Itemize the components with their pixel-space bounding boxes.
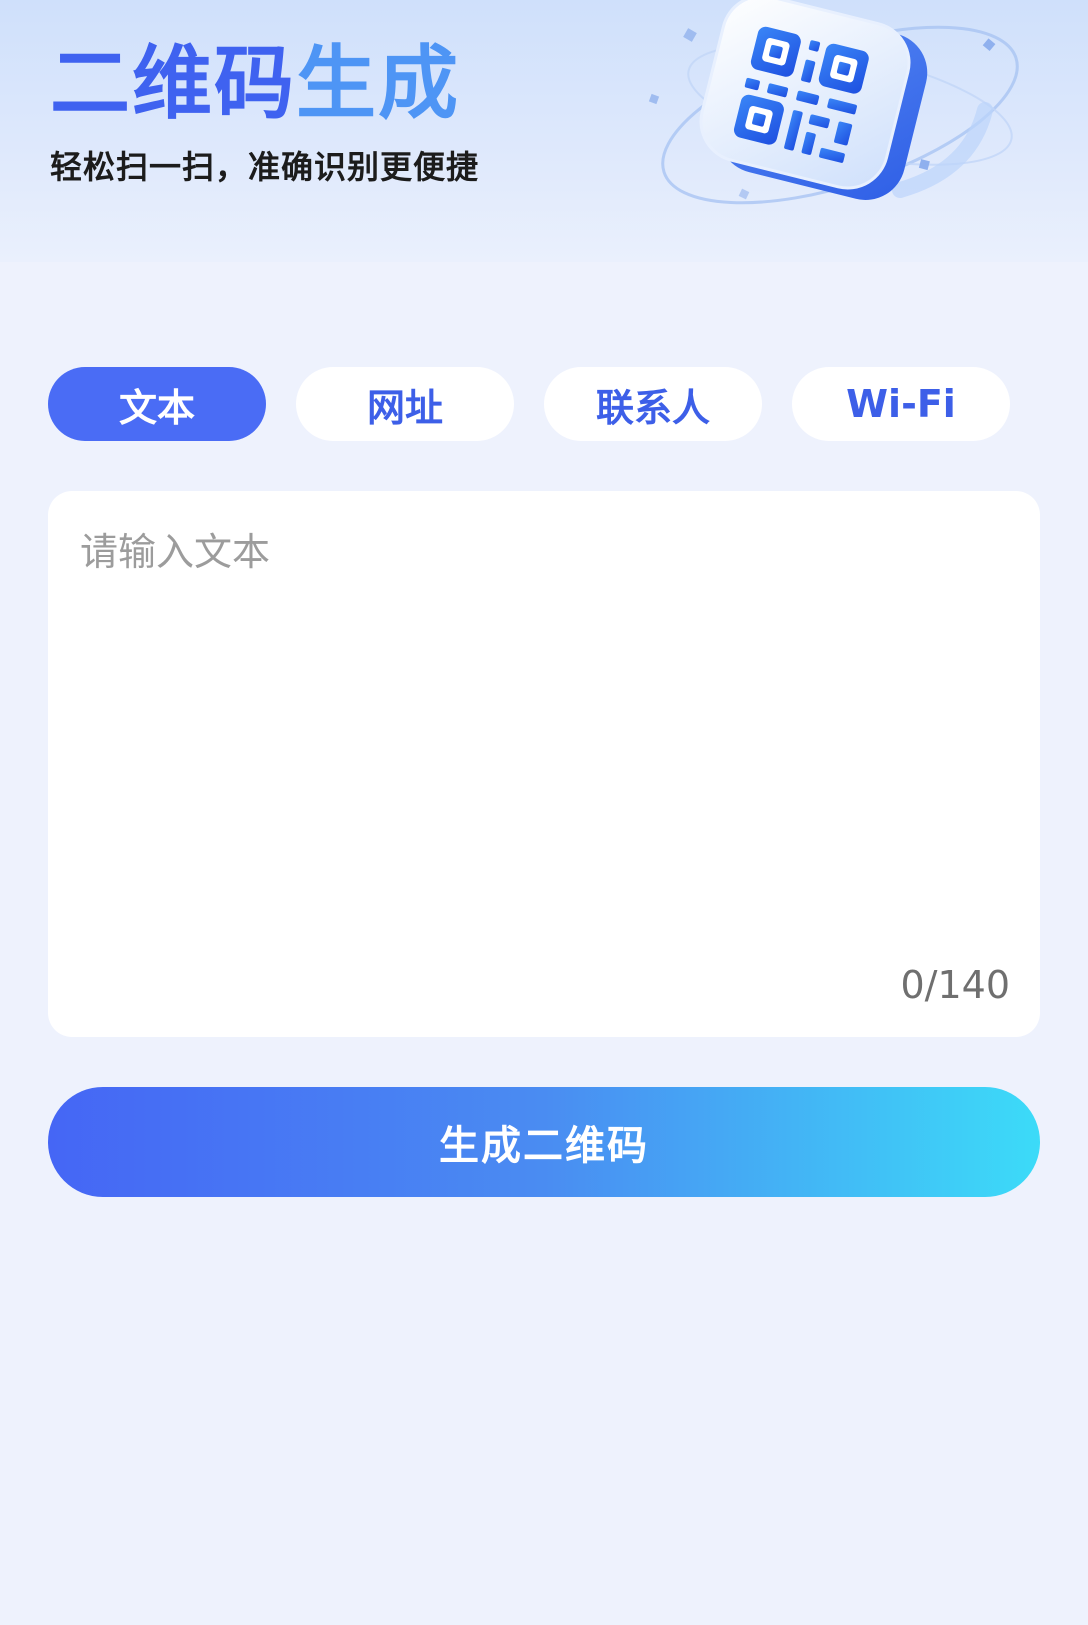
- title-part-2: 生成: [296, 37, 460, 130]
- text-input-placeholder: 请输入文本: [80, 530, 271, 574]
- generate-button[interactable]: 生成二维码: [48, 1087, 1040, 1197]
- qr-code-icon: [648, 0, 1019, 205]
- tab-contact[interactable]: 联系人: [544, 367, 762, 441]
- text-input[interactable]: 请输入文本 0/140: [48, 491, 1040, 1037]
- tab-text[interactable]: 文本: [48, 367, 266, 441]
- page-title: 二维码生成: [50, 36, 460, 132]
- type-tabs: 文本 网址 联系人 Wi-Fi: [48, 367, 1040, 441]
- title-part-1: 二维码: [50, 37, 296, 130]
- header-banner: 二维码生成 轻松扫一扫，准确识别更便捷: [0, 0, 1088, 262]
- char-counter: 0/140: [900, 963, 1010, 1007]
- tab-wifi[interactable]: Wi-Fi: [792, 367, 1010, 441]
- tab-url[interactable]: 网址: [296, 367, 514, 441]
- page-subtitle: 轻松扫一扫，准确识别更便捷: [50, 148, 480, 186]
